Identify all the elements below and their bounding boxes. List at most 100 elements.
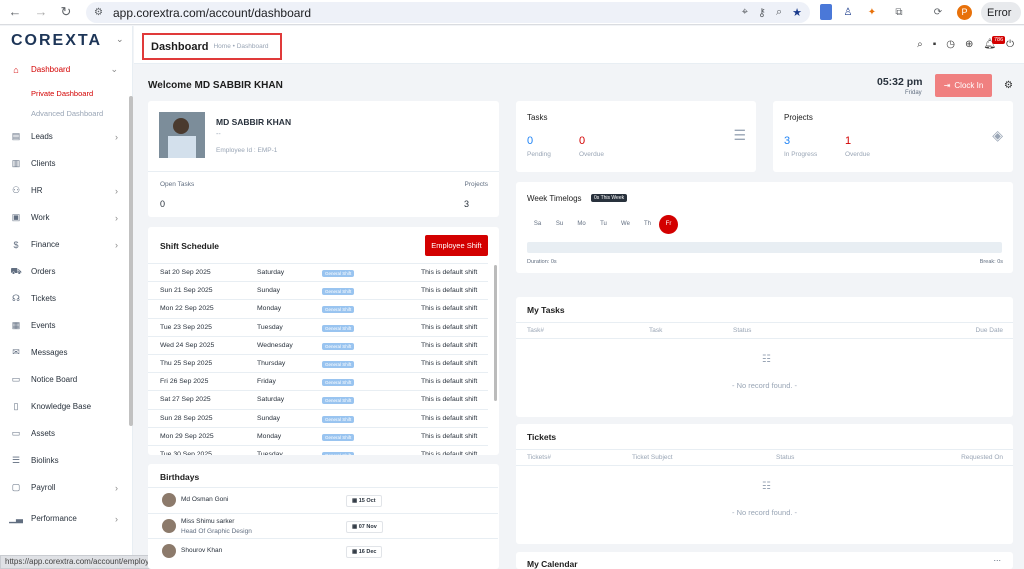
sidebar-item-clients[interactable]: ▥ Clients [0,150,130,177]
profile-avatar[interactable]: P [957,5,972,20]
site-info-icon[interactable]: ⚙ [94,7,103,18]
sidebar-item-notice-board[interactable]: ▭ Notice Board [0,366,130,393]
shift-row: Wed 24 Sep 2025 Wednesday General Shift Thi… [148,335,488,354]
sidebar-item-finance[interactable]: $ Finance › [0,231,130,258]
reload-icon[interactable]: ↻ [55,4,77,20]
sidebar-item-tickets[interactable]: ☊ Tickets [0,285,130,312]
sync-icon[interactable]: ⟳ [932,4,944,20]
shift-date: Tue 23 Sep 2025 [160,323,212,331]
sidebar-item-hr[interactable]: ⚇ HR › [0,177,130,204]
shift-row: Sat 27 Sep 2025 Saturday General Shift This… [148,390,488,408]
sidebar-item-messages[interactable]: ✉ Messages [0,339,130,366]
search-icon[interactable]: ⌕ [917,39,923,50]
clock-icon[interactable]: ◷ [946,39,955,50]
shift-day: Monday [257,305,282,313]
day-circle-we[interactable]: We [616,215,635,234]
birthday-date-pill: ▦ 15 Oct [346,495,382,507]
extensions-puzzle-icon[interactable]: ⧉ [893,4,905,20]
bookmark-star-icon[interactable]: ★ [792,6,802,19]
sidebar-item-dashboard[interactable]: ⌂ Dashboard ⌄ [0,56,130,83]
sidebar-item-label: Work [31,213,50,222]
shift-schedule-card: Shift Schedule Employee Shift Sat 20 Sep… [148,227,499,455]
profile-photo [159,112,205,158]
column-header: Ticket Subject [632,454,673,461]
employee-shift-button[interactable]: Employee Shift [425,235,488,256]
shift-tag: General Shift [322,324,355,332]
tasks-overdue-label: Overdue [579,151,604,158]
day-circle-tu[interactable]: Tu [594,215,613,234]
add-icon[interactable]: ⊕ [965,39,973,50]
sidebar-item-knowledge-base[interactable]: ▯ Knowledge Base [0,393,130,420]
profile-designation: -- [216,131,221,138]
extension-3-icon[interactable]: ✦ [866,4,878,20]
column-header: Status [733,327,752,334]
extension-icon[interactable] [820,4,832,20]
birthday-name[interactable]: Shourov Khan [181,547,222,554]
birthday-name[interactable]: Md Osman Goni [181,496,228,503]
zoom-icon[interactable]: ⌕ [776,6,782,19]
day-circle-su[interactable]: Su [550,215,569,234]
shift-day: Saturday [257,396,285,404]
sidebar-item-events[interactable]: ▦ Events [0,312,130,339]
sidebar-item-payroll[interactable]: ▢ Payroll › [0,474,130,501]
shift-tag: General Shift [322,342,355,350]
chevron-down-icon: ⌄ [110,64,118,74]
power-icon[interactable]: ⏻ [1006,39,1014,50]
back-icon[interactable]: ← [4,4,26,19]
gear-icon[interactable]: ⚙ [1004,80,1013,91]
shift-tag: General Shift [322,379,355,387]
vcard-icon: ▤ [11,131,21,141]
birthday-name[interactable]: Miss Shimu sarker [181,518,234,525]
address-bar[interactable]: ⚙ app.corextra.com/account/dashboard ⌖ ⚷… [86,2,810,23]
projects-in-progress-label: In Progress [784,151,818,158]
sidebar-subitem-advanced-dashboard[interactable]: Advanced Dashboard [0,103,130,123]
sidebar-subitem-private-dashboard[interactable]: Private Dashboard [0,83,130,103]
day-circle-mo[interactable]: Mo [572,215,591,234]
tasks-pending-count[interactable]: 0 [527,135,533,147]
tasks-title: Tasks [527,113,548,122]
break-text: Break: 0s [979,259,1003,265]
shift-tag: General Shift [322,452,355,455]
birthdays-card: Birthdays Md Osman Goni▦ 15 Oct2 weeks a… [148,464,499,569]
day-circle-sa[interactable]: Sa [528,215,547,234]
sidebar: COREXTA ⌄ ⌂ Dashboard ⌄ Private Dashboard … [0,26,133,569]
clock-in-button[interactable]: ⇥ Clock In [935,74,992,97]
extension-2-icon[interactable]: ♙ [842,4,854,20]
sidebar-item-leads[interactable]: ▤ Leads › [0,123,130,150]
shift-note: This is default shift [421,396,478,404]
shift-day: Wednesday [257,341,293,349]
sidebar-item-biolinks[interactable]: ☰ Biolinks [0,447,130,474]
my-tasks-title: My Tasks [527,305,565,315]
sidebar-item-work[interactable]: ▣ Work › [0,204,130,231]
more-options-icon[interactable]: ... [993,553,1001,563]
my-tasks-card: My Tasks Task# Task Status Due Date ☷ - … [516,297,1013,417]
day-circle-fr[interactable]: Fr [659,215,678,234]
shift-row: Mon 22 Sep 2025 Monday General Shift This i… [148,299,488,317]
day-circle-th[interactable]: Th [638,215,657,234]
chevron-right-icon: › [115,185,118,196]
sidebar-scrollbar[interactable] [129,96,133,426]
sidebar-item-performance[interactable]: ▁▃ Performance › [0,505,130,532]
shift-scrollbar[interactable] [494,265,497,401]
sidebar-item-orders[interactable]: ⛟ Orders [0,258,130,285]
sidebar-collapse-icon[interactable]: ⌄ [116,34,124,45]
shift-note: This is default shift [421,287,478,295]
shift-note: This is default shift [421,451,478,455]
profile-name[interactable]: MD SABBIR KHAN [216,117,291,127]
birthday-row: Miss Shimu sarker Head Of Graphic Design ▦… [148,512,498,538]
shift-date: Wed 24 Sep 2025 [160,341,215,349]
sticky-note-icon[interactable]: ▪ [933,39,937,50]
password-key-icon[interactable]: ⚷ [758,6,766,19]
chart-icon: ▁▃ [9,513,23,523]
projects-in-progress-count[interactable]: 3 [784,135,790,147]
projects-overdue-count[interactable]: 1 [845,135,851,147]
birthday-row: Md Osman Goni▦ 15 Oct2 weeks after [148,487,498,512]
error-badge[interactable]: Error [981,2,1021,23]
location-icon[interactable]: ⌖ [742,6,748,19]
current-day: Friday [905,90,922,96]
tasks-overdue-count[interactable]: 0 [579,135,585,147]
breadcrumb[interactable]: Home • Dashboard [213,43,268,50]
forward-icon[interactable]: → [30,4,52,19]
birthdays-title: Birthdays [160,472,200,482]
sidebar-item-assets[interactable]: ▭ Assets [0,420,130,447]
